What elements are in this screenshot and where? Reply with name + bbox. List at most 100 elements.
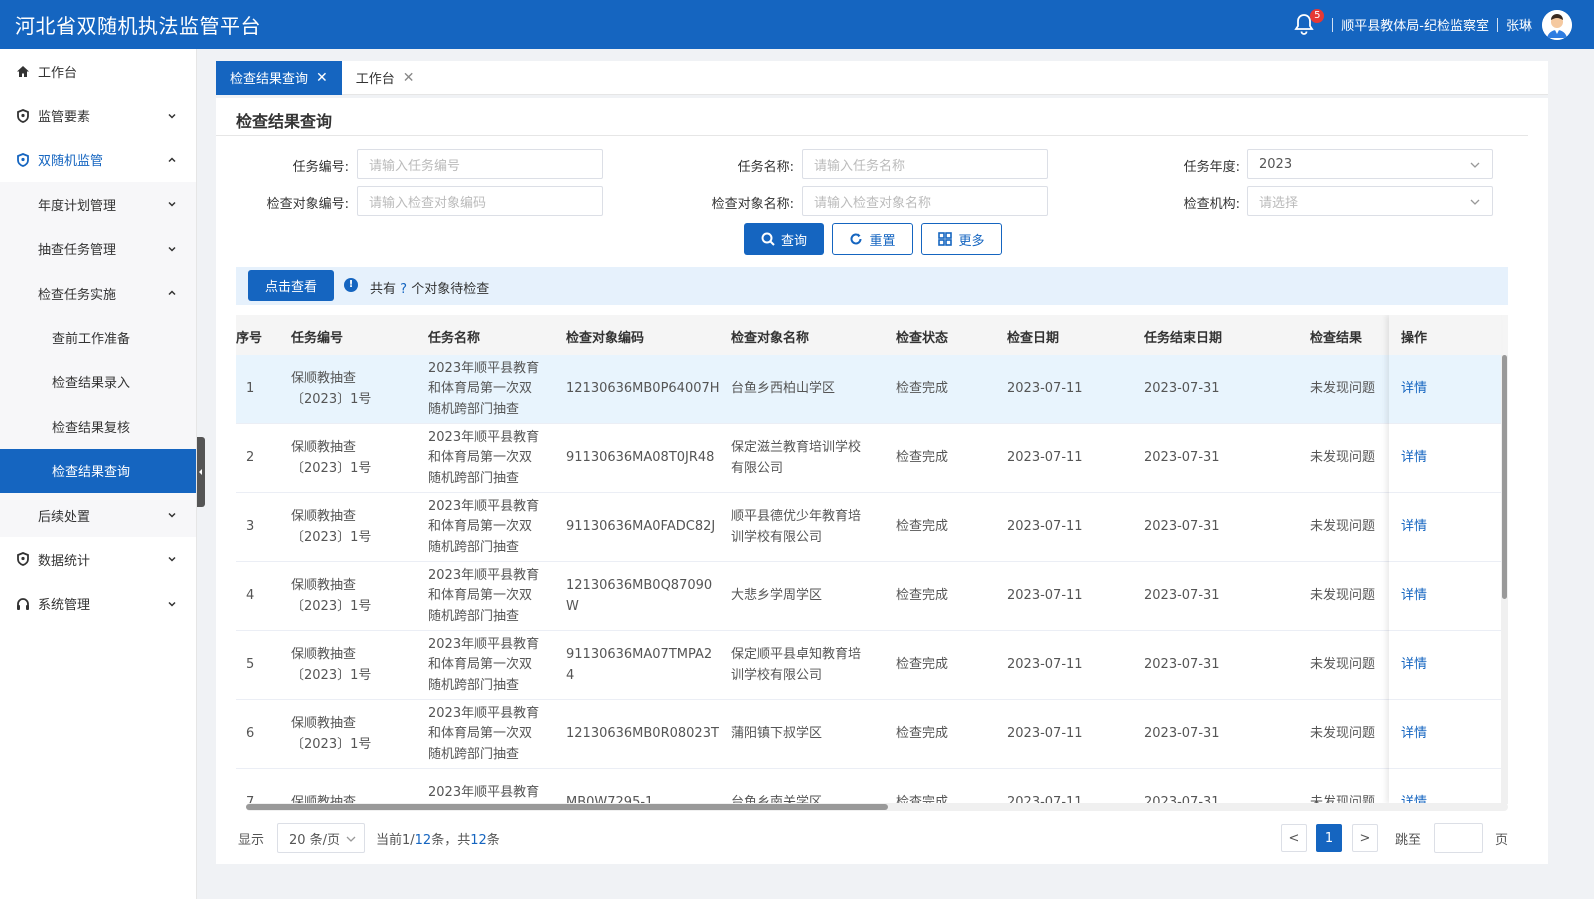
col-header-no: 序号	[236, 331, 263, 346]
task-name-label: 任务名称:	[737, 160, 794, 175]
tab-result-query[interactable]: 检查结果查询 ✕	[216, 60, 342, 95]
cell-no: 4	[246, 586, 254, 607]
horizontal-scrollbar[interactable]	[246, 803, 1508, 811]
cell-line: 保定顺平县卓知教育培	[731, 647, 862, 662]
header-right: 5 顺平县教体局-纪检监察室 张琳	[1294, 0, 1594, 49]
cell-date: 2023-07-11	[1007, 517, 1083, 538]
shield-icon	[16, 108, 30, 123]
cell-task-name: 2023年顺平县教育 和体育局第一次双 随机跨部门抽查	[428, 497, 539, 559]
cell-result: 未发现问题	[1310, 379, 1375, 400]
close-icon[interactable]: ✕	[316, 70, 328, 86]
reset-button[interactable]: 重置	[832, 223, 913, 255]
table-row[interactable]: 6 保顺教抽查 〔2023〕1号 2023年顺平县教育 和体育局第一次双 随机跨部门抽查 1…	[236, 700, 1501, 769]
table-row[interactable]: 5 保顺教抽查 〔2023〕1号 2023年顺平县教育 和体育局第一次双 随机跨部门抽查 9…	[236, 631, 1501, 700]
scroll-thumb[interactable]	[1502, 355, 1507, 599]
tab-label: 检查结果查询	[230, 72, 309, 87]
table-row[interactable]: 4 保顺教抽查 〔2023〕1号 2023年顺平县教育 和体育局第一次双 随机跨部门抽查 1…	[236, 562, 1501, 631]
cell-line: 2023年顺平县教育	[428, 705, 540, 721]
sidebar-item-task-management[interactable]: 抽查任务管理	[0, 226, 196, 271]
org-select[interactable]: 请选择	[1247, 186, 1493, 216]
pending-count: ?	[400, 282, 408, 297]
sidebar-item-follow-up[interactable]: 后续处置	[0, 492, 196, 538]
grid-icon	[938, 232, 953, 246]
main-panel: 检查结果查询 任务编号: 请输入任务编号 任务名称: 请输入任务名称 任务年度:…	[216, 98, 1548, 864]
jump-page-input[interactable]	[1434, 823, 1483, 853]
sidebar-item-workbench[interactable]: 工作台	[0, 49, 196, 93]
results-table: 序号 任务编号 任务名称 检查对象编码 检查对象名称 检查状态 检查日期 任务结…	[236, 315, 1508, 804]
task-year-value: 2023	[1259, 156, 1293, 172]
bell-icon[interactable]: 5	[1294, 8, 1325, 37]
prev-page-button[interactable]: <	[1281, 824, 1307, 852]
sidebar-item-regulatory-elements[interactable]: 监管要素	[0, 93, 196, 137]
sidebar-item-pre-check-prep[interactable]: 查前工作准备	[0, 315, 196, 360]
vertical-scrollbar[interactable]	[1501, 355, 1508, 804]
cell-line: 和体育局第一次双	[428, 519, 533, 535]
cell-no: 1	[246, 379, 254, 400]
cell-line: 保顺教抽查	[291, 716, 357, 731]
cell-line: 〔2023〕1号	[291, 460, 372, 476]
cell-status: 检查完成	[896, 586, 948, 607]
table-row[interactable]: 1 保顺教抽查 〔2023〕1号 2023年顺平县教育 和体育局第一次双 随机跨部门抽查 1…	[236, 355, 1501, 424]
object-name-input[interactable]: 请输入检查对象名称	[802, 186, 1048, 216]
sidebar-item-double-random[interactable]: 双随机监管	[0, 138, 196, 182]
user-name[interactable]: 张琳	[1506, 15, 1532, 34]
page-info-prefix: 当前1/	[376, 833, 415, 848]
divider	[216, 135, 1528, 136]
col-header-task-no: 任务编号	[291, 331, 344, 346]
cell-task-no: 保顺教抽查 〔2023〕1号	[291, 645, 371, 686]
sidebar-item-result-query[interactable]: 检查结果查询	[0, 448, 196, 493]
cell-line: 训学校有限公司	[731, 529, 823, 545]
col-header-task-name: 任务名称	[428, 331, 481, 346]
next-page-button[interactable]: >	[1352, 824, 1378, 852]
cell-line: 2023-07-31	[1144, 657, 1220, 673]
notice-prefix: 共有	[370, 282, 397, 297]
table-row[interactable]: 3 保顺教抽查 〔2023〕1号 2023年顺平县教育 和体育局第一次双 随机跨部门抽查 9…	[236, 493, 1501, 562]
page-1-button[interactable]: 1	[1316, 824, 1342, 852]
cell-line: 6	[246, 726, 255, 742]
chevron-down-icon	[168, 113, 176, 119]
page-info-mid: 条，共	[431, 833, 471, 848]
cell-task-no: 保顺教抽查 〔2023〕1号	[291, 369, 371, 410]
chevron-up-icon	[168, 157, 176, 162]
sidebar-item-label: 年度计划管理	[38, 198, 117, 214]
cell-result: 未发现问题	[1310, 448, 1375, 469]
tab-label: 工作台	[355, 72, 395, 87]
cell-line: 检查完成	[896, 519, 949, 535]
table-row[interactable]: 2 保顺教抽查 〔2023〕1号 2023年顺平县教育 和体育局第一次双 随机跨部门抽查 9…	[236, 424, 1501, 493]
sidebar-item-task-implementation[interactable]: 检查任务实施	[0, 270, 196, 316]
sidebar-collapse-handle[interactable]	[197, 437, 205, 507]
sidebar-item-statistics[interactable]: 数据统计	[0, 537, 196, 581]
task-name-input[interactable]: 请输入任务名称	[802, 149, 1048, 179]
cell-task-no: 保顺教抽查 〔2023〕1号	[291, 714, 371, 755]
cell-line: 保顺教抽查	[291, 578, 357, 593]
chevron-down-icon	[168, 557, 176, 563]
tab-workbench[interactable]: 工作台 ✕	[342, 61, 429, 95]
chevron-up-icon	[168, 290, 176, 296]
sidebar-item-result-review[interactable]: 检查结果复核	[0, 404, 196, 449]
task-no-input[interactable]: 请输入任务编号	[357, 149, 603, 179]
sidebar-item-result-entry[interactable]: 检查结果录入	[0, 359, 196, 405]
query-button[interactable]: 查询	[744, 223, 824, 255]
cell-result: 未发现问题	[1310, 724, 1375, 745]
table-header: 序号 任务编号 任务名称 检查对象编码 检查对象名称 检查状态 检查日期 任务结…	[236, 315, 1508, 355]
top-header: 河北省双随机执法监管平台 5 顺平县教体局-纪检监察室 张琳	[0, 0, 1594, 49]
cell-line: 〔2023〕1号	[291, 529, 372, 545]
sidebar-item-annual-plan[interactable]: 年度计划管理	[0, 182, 196, 227]
cell-line: 随机跨部门抽查	[428, 539, 520, 555]
task-year-select[interactable]: 2023	[1247, 149, 1493, 179]
sidebar-item-label: 监管要素	[38, 110, 91, 126]
col-header-date: 检查日期	[1007, 331, 1060, 346]
table-row[interactable]: 7保顺教抽查2023年顺平县教育和体育局第一次双MB0W7295-1台鱼乡南关学…	[236, 769, 1501, 804]
close-icon[interactable]: ✕	[403, 70, 415, 86]
object-code-input[interactable]: 请输入检查对象编码	[357, 186, 603, 216]
cell-line: 保顺教抽查	[291, 371, 357, 386]
scroll-thumb[interactable]	[246, 804, 888, 810]
sidebar-item-label: 工作台	[38, 65, 78, 81]
sidebar-item-system[interactable]: 系统管理	[0, 582, 196, 626]
page-size-select[interactable]: 20 条/页	[277, 823, 365, 853]
more-button[interactable]: 更多	[921, 223, 1002, 255]
org-name[interactable]: 顺平县教体局-纪检监察室	[1341, 15, 1489, 34]
cell-end-date: 2023-07-31	[1144, 724, 1220, 745]
view-button[interactable]: 点击查看	[248, 270, 334, 301]
avatar[interactable]	[1542, 9, 1572, 40]
